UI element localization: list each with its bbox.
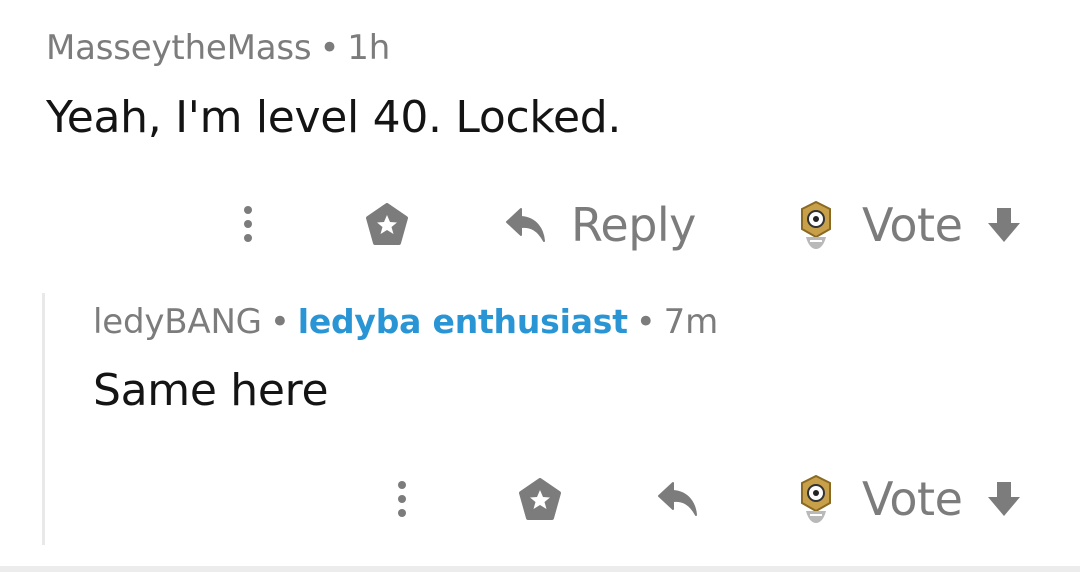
more-vertical-icon xyxy=(398,481,406,517)
award-button[interactable] xyxy=(517,478,563,522)
author-name[interactable]: MasseytheMass xyxy=(46,28,312,68)
meltan-upvote-icon[interactable] xyxy=(796,473,836,525)
reply-arrow-icon xyxy=(506,208,545,242)
reply-arrow-icon xyxy=(658,482,697,516)
vote-label: Vote xyxy=(862,472,963,526)
comment-meta: ledyBANG • ledyba enthusiast • 7m xyxy=(93,302,718,342)
downvote-arrow-icon[interactable] xyxy=(986,205,1022,245)
comment-meta: MasseytheMass • 1h xyxy=(46,28,390,68)
vote-control: Vote xyxy=(796,472,1022,526)
meta-separator: • xyxy=(269,302,290,342)
comment-body: Yeah, I'm level 40. Locked. xyxy=(46,92,622,143)
reply-button[interactable] xyxy=(657,479,699,519)
award-icon xyxy=(366,203,408,245)
more-options-button[interactable] xyxy=(392,479,412,521)
author-name[interactable]: ledyBANG xyxy=(93,302,262,342)
reply-button[interactable]: Reply xyxy=(505,198,696,252)
bottom-divider xyxy=(0,566,1080,572)
more-vertical-icon xyxy=(244,206,252,242)
comment-body: Same here xyxy=(93,365,329,416)
timestamp: 7m xyxy=(663,302,719,342)
thread-line[interactable] xyxy=(42,293,45,545)
award-button[interactable] xyxy=(364,203,410,247)
meltan-upvote-icon[interactable] xyxy=(796,199,836,251)
vote-label: Vote xyxy=(862,198,963,252)
vote-control: Vote xyxy=(796,198,1022,252)
meta-separator: • xyxy=(635,302,656,342)
reply-label: Reply xyxy=(571,198,696,252)
more-options-button[interactable] xyxy=(238,204,258,246)
comment-masseythemass: MasseytheMass • 1h Yeah, I'm level 40. Loc… xyxy=(0,0,1080,280)
timestamp: 1h xyxy=(347,28,391,68)
user-flair: ledyba enthusiast xyxy=(297,302,628,341)
meta-separator: • xyxy=(319,28,340,68)
downvote-arrow-icon[interactable] xyxy=(986,479,1022,519)
award-icon xyxy=(519,478,561,520)
